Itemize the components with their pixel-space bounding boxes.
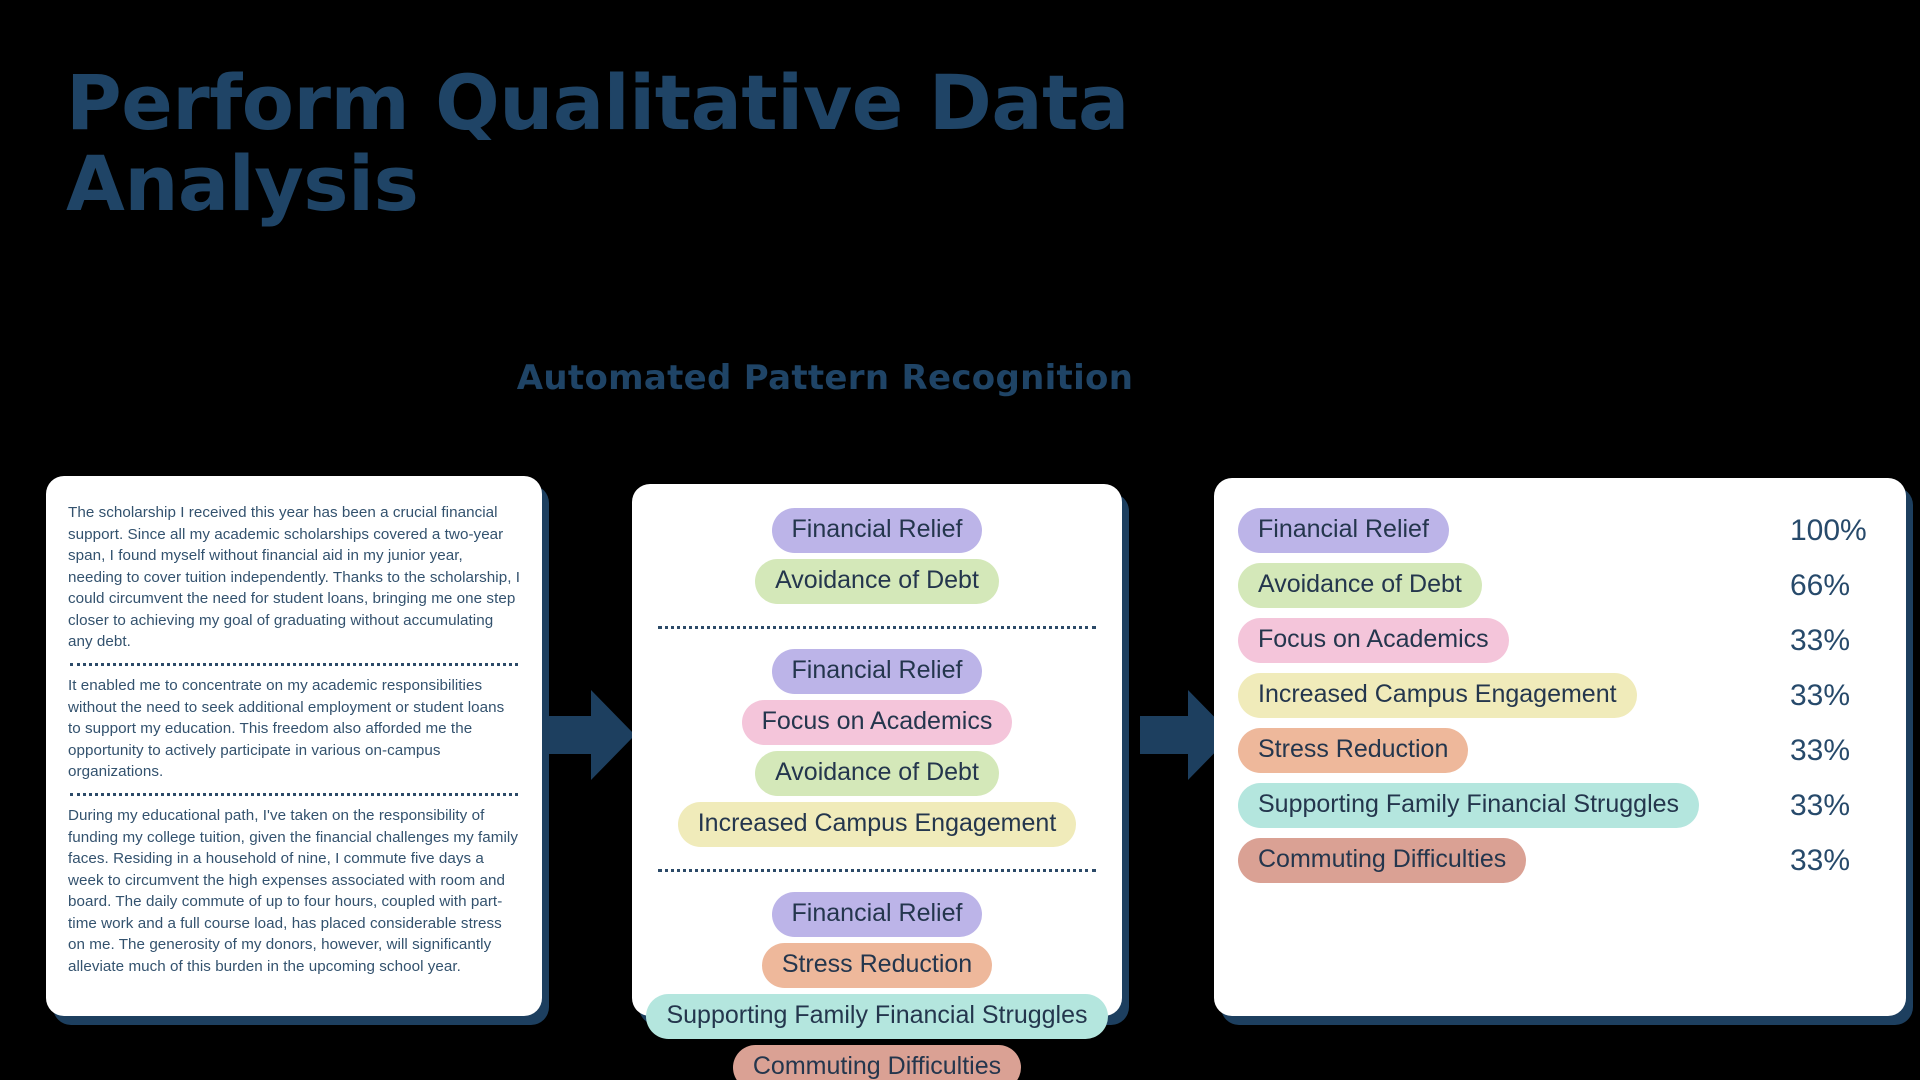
summary-tag[interactable]: Financial Relief [1238,508,1449,553]
transcript-body: The scholarship I received this year has… [46,476,542,1016]
pattern-tag[interactable]: Supporting Family Financial Struggles [646,994,1108,1039]
transcript-excerpt: It enabled me to concentrate on my acade… [68,677,505,781]
summary-percent: 33% [1790,678,1851,712]
summary-percent: 33% [1790,843,1851,877]
section-subtitle: Automated Pattern Recognition [0,358,1920,398]
summary-row: Supporting Family Financial Struggles 33% [1238,783,1880,828]
pattern-tag[interactable]: Avoidance of Debt [755,751,999,796]
summary-row: Stress Reduction 33% [1238,728,1880,773]
summary-tag[interactable]: Avoidance of Debt [1238,563,1482,608]
pattern-group: Financial Relief Stress Reduction Supporti… [644,892,1110,1080]
summary-body: Financial Relief 100% Avoidance of Debt 66%… [1214,478,1906,1016]
section-subtitle-label: Automated Pattern Recognition [516,358,1134,398]
pattern-tag[interactable]: Financial Relief [771,892,983,937]
pattern-tag[interactable]: Avoidance of Debt [755,559,999,604]
pattern-group-divider [658,869,1096,872]
summary-tag[interactable]: Commuting Difficulties [1238,838,1527,883]
pattern-tag[interactable]: Commuting Difficulties [732,1045,1022,1080]
summary-card: Financial Relief 100% Avoidance of Debt 66%… [1214,478,1906,1016]
summary-percent: 33% [1790,788,1851,822]
summary-tag[interactable]: Supporting Family Financial Struggles [1238,783,1700,828]
summary-row: Financial Relief 100% [1238,508,1880,553]
pattern-tag[interactable]: Financial Relief [771,649,983,694]
pattern-group-divider [658,626,1096,629]
pattern-group: Financial Relief Avoidance of Debt [644,508,1110,604]
transcript-excerpt: During my educational path, I've taken o… [68,806,518,975]
transcript-excerpt: The scholarship I received this year has… [68,504,521,651]
summary-row: Focus on Academics 33% [1238,618,1880,663]
summary-row: Avoidance of Debt 66% [1238,563,1880,608]
pattern-tag[interactable]: Focus on Academics [741,700,1013,745]
pattern-group: Financial Relief Focus on Academics Avoida… [644,649,1110,847]
patterns-body: Financial Relief Avoidance of Debt Financi… [632,484,1122,1080]
arrow-right-icon [543,686,635,789]
summary-row: Increased Campus Engagement 33% [1238,673,1880,718]
page-title: Perform Qualitative Data Analysis [66,58,1129,229]
summary-row: Commuting Difficulties 33% [1238,838,1880,883]
summary-tag[interactable]: Focus on Academics [1238,618,1509,663]
summary-tag[interactable]: Stress Reduction [1238,728,1469,773]
pattern-tag[interactable]: Stress Reduction [761,943,993,988]
summary-percent: 100% [1790,513,1867,547]
summary-tag[interactable]: Increased Campus Engagement [1238,673,1637,718]
pattern-tag[interactable]: Increased Campus Engagement [677,802,1077,847]
summary-percent: 33% [1790,623,1851,657]
summary-percent: 66% [1790,568,1851,602]
pattern-tag[interactable]: Financial Relief [771,508,983,553]
summary-percent: 33% [1790,733,1851,767]
excerpt-divider [70,792,518,796]
patterns-card: Financial Relief Avoidance of Debt Financi… [632,484,1122,1080]
transcript-card: The scholarship I received this year has… [46,476,542,1016]
excerpt-divider [70,663,518,667]
